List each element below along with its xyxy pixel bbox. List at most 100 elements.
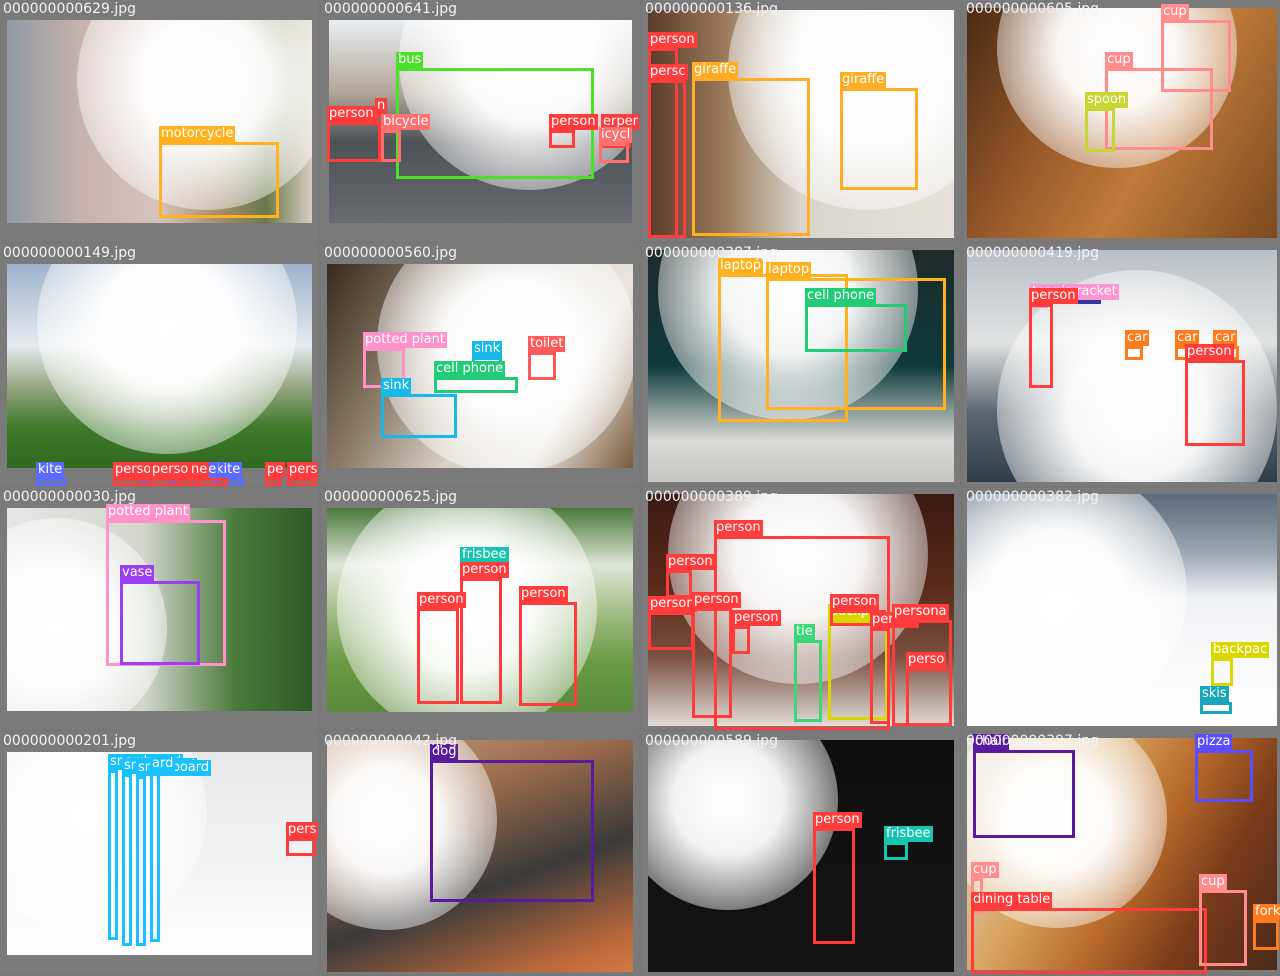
light-glow — [37, 264, 297, 454]
mosaic-tile[interactable]: 000000000136.jpg person persc giraffe giraff… — [642, 0, 960, 242]
tile-filename: 000000000389.jpg — [645, 489, 778, 505]
detection-label: icycl — [599, 127, 633, 143]
detection-label: pe — [265, 462, 286, 478]
detection-label: cell phone — [805, 288, 877, 304]
detection-box: dog — [430, 744, 594, 902]
tile-image — [967, 494, 1277, 726]
detection-box: tie — [794, 624, 822, 722]
detection-label: person — [813, 812, 862, 828]
detection-box: toilet — [528, 336, 566, 380]
mosaic-tile[interactable]: 000000000625.jpg frisbee person person perso… — [321, 488, 639, 730]
mosaic-tile[interactable]: 000000000641.jpg bus person n bicycle person e… — [321, 0, 639, 242]
detection-label: person — [1185, 344, 1234, 360]
detection-box: person — [327, 106, 381, 162]
detection-label: bus — [396, 52, 424, 68]
detection-box: dining table — [971, 892, 1207, 974]
detection-label: person — [732, 610, 781, 626]
detection-label: vase — [120, 565, 155, 581]
detection-box: cup — [1105, 52, 1213, 150]
detection-label: persona — [892, 604, 949, 620]
detection-label: car — [1125, 330, 1150, 346]
detection-label: person — [666, 554, 715, 570]
detection-label: person — [648, 32, 697, 48]
detection-box: skis — [1200, 686, 1232, 714]
detection-label: kite — [36, 462, 65, 478]
detection-box: backpac — [1211, 642, 1270, 686]
tile-filename: 000000000560.jpg — [324, 245, 457, 261]
detection-box: cell phone — [434, 361, 518, 393]
light-glow — [7, 752, 207, 932]
mosaic-tile[interactable]: 000000000149.jpgkitekitekitekitekitekite… — [0, 244, 318, 486]
light-glow — [648, 740, 838, 910]
detection-label: toilet — [528, 336, 566, 352]
detection-box: person — [648, 596, 697, 650]
detection-box: kite — [36, 462, 66, 486]
detection-label: potted plant — [106, 504, 190, 520]
detection-box: giraffe — [692, 62, 810, 236]
detection-label: cup — [1161, 4, 1189, 20]
detection-box: person — [870, 612, 919, 724]
mosaic-tile[interactable]: 000000000589.jpg person frisbee — [642, 732, 960, 974]
mosaic-tile[interactable]: 000000000397.jpg chair pizza cup dining tabl… — [963, 732, 1280, 974]
detection-label: potted plant — [363, 332, 447, 348]
detection-box: person — [692, 592, 741, 718]
mosaic-tile[interactable]: 000000000605.jpg cup cup spoon — [963, 0, 1280, 242]
tile-filename: 000000000030.jpg — [3, 489, 136, 505]
detection-label: person — [460, 562, 509, 578]
detection-label: laptop — [766, 262, 812, 278]
detection-label: person — [417, 592, 466, 608]
detection-label: motorcycle — [159, 126, 236, 142]
tile-filename: 000000000397.jpg — [966, 733, 1099, 749]
mosaic-tile[interactable]: 000000000042.jpg dog — [321, 732, 639, 974]
mosaic-tile[interactable]: 000000000030.jpg potted plant vase — [0, 488, 318, 730]
mosaic-grid: 000000000629.jpg motorcycle 000000000641.j… — [0, 0, 1280, 976]
detection-box: giraffe — [840, 72, 918, 190]
detection-box: pers — [287, 462, 318, 486]
mosaic-tile[interactable]: 000000000419.jpgsports balltennis racket… — [963, 244, 1280, 486]
mosaic-tile[interactable]: 000000000389.jpg person person person person… — [642, 488, 960, 730]
detection-box: pers — [286, 822, 318, 856]
detection-label: tie — [794, 624, 815, 640]
detection-label: spoon — [1085, 92, 1129, 108]
detection-box: snowboard — [122, 758, 198, 946]
tile-image — [7, 264, 312, 468]
detection-label: n — [375, 98, 388, 114]
mosaic-tile[interactable]: 000000000382.jpg backpac skis — [963, 488, 1280, 730]
detection-label: backpac — [1211, 642, 1270, 658]
detection-box: person — [813, 812, 862, 944]
detection-label: ard — [150, 756, 176, 772]
detection-box: bicycle — [381, 114, 431, 162]
detection-label: cell phone — [434, 361, 506, 377]
tile-filename: 000000000605.jpg — [966, 1, 1099, 17]
detection-box: motorcycle — [159, 126, 279, 218]
tile-filename: 000000000625.jpg — [324, 489, 457, 505]
mosaic-tile[interactable]: 000000000387.jpg laptop laptop cell phone — [642, 244, 960, 486]
mosaic-tile[interactable]: 000000000629.jpg motorcycle — [0, 0, 318, 242]
detection-label: ne — [189, 462, 210, 478]
detection-label: person — [1029, 288, 1078, 304]
detection-label: giraffe — [692, 62, 739, 78]
detection-box: pizza — [1195, 734, 1253, 802]
detection-box: ard — [150, 756, 176, 942]
detection-box: person — [1185, 344, 1245, 446]
detection-label: dining table — [971, 892, 1053, 908]
detection-box: person — [549, 114, 598, 148]
detection-box: person — [666, 554, 715, 598]
tile-filename: 000000000629.jpg — [3, 1, 136, 17]
detection-box: car — [1125, 330, 1150, 360]
detection-label: perso — [906, 652, 947, 668]
detection-box: icycl — [599, 127, 633, 163]
mosaic-tile[interactable]: 000000000560.jpg potted plant sink toilet si… — [321, 244, 639, 486]
detection-label: person — [327, 106, 376, 122]
mosaic-tile[interactable]: 000000000201.jpgsnowboardsnowboardsnowbo… — [0, 732, 318, 974]
detection-box: cup — [1199, 874, 1247, 966]
detection-box: person — [519, 586, 577, 706]
detection-box: snowboard — [108, 754, 184, 940]
detection-label: giraffe — [840, 72, 887, 88]
detection-box: spoon — [1085, 92, 1129, 152]
tile-filename: 000000000042.jpg — [324, 733, 457, 749]
detection-label: person — [549, 114, 598, 130]
detection-label: cup — [1199, 874, 1227, 890]
detection-label: frisbee — [884, 826, 933, 842]
tile-filename: 000000000136.jpg — [645, 1, 778, 17]
